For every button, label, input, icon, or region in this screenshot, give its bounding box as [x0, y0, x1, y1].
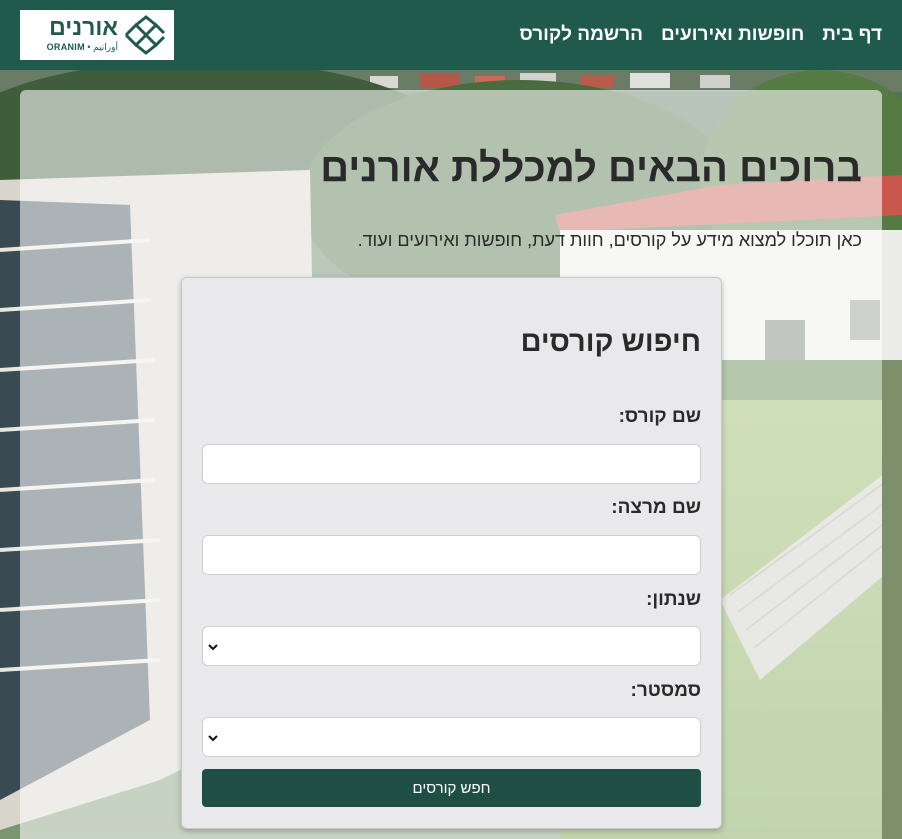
semester-label: סמסטר:	[630, 680, 702, 701]
oranim-logo[interactable]: אורנים أورانيم • ORANIM	[20, 10, 174, 60]
logo-subtitle: أورانيم • ORANIM	[47, 42, 118, 53]
chevron-down-icon	[208, 735, 218, 742]
site-header: דף בית חופשות ואירועים הרשמה לקורס אורני…	[0, 0, 902, 70]
main-nav: דף בית חופשות ואירועים הרשמה לקורס	[520, 24, 883, 46]
course-name-label: שם קורס:	[618, 406, 701, 427]
logo-arabic-text: أورانيم	[93, 42, 118, 52]
page-title: ברוכים הבאים למכללת אורנים	[320, 146, 862, 190]
page-subtitle: כאן תוכלו למצוא מידע על קורסים, חוות דעת…	[357, 230, 862, 250]
search-card-title: חיפוש קורסים	[520, 326, 701, 358]
yearbook-select[interactable]	[202, 626, 701, 666]
logo-hebrew-text: אורנים	[49, 14, 118, 40]
lecturer-name-input[interactable]	[202, 535, 701, 575]
logo-english-text: ORANIM	[46, 42, 85, 52]
nav-home-link[interactable]: דף בית	[822, 24, 882, 46]
lecturer-name-label: שם מרצה:	[611, 497, 701, 518]
nav-course-registration-link[interactable]: הרשמה לקורס	[520, 24, 643, 46]
chevron-down-icon	[208, 644, 218, 651]
yearbook-label: שנתון:	[646, 589, 701, 610]
nav-holidays-events-link[interactable]: חופשות ואירועים	[661, 24, 804, 46]
course-search-card: חיפוש קורסים שם קורס: שם מרצה: שנתון: סמ…	[181, 277, 722, 829]
course-name-input[interactable]	[202, 444, 701, 484]
search-courses-button[interactable]: חפש קורסים	[202, 769, 701, 807]
logo-wordmark: אורנים أورانيم • ORANIM	[47, 14, 118, 53]
oranim-logo-icon	[124, 15, 166, 55]
logo-separator: •	[87, 42, 91, 52]
semester-select[interactable]	[202, 717, 701, 757]
